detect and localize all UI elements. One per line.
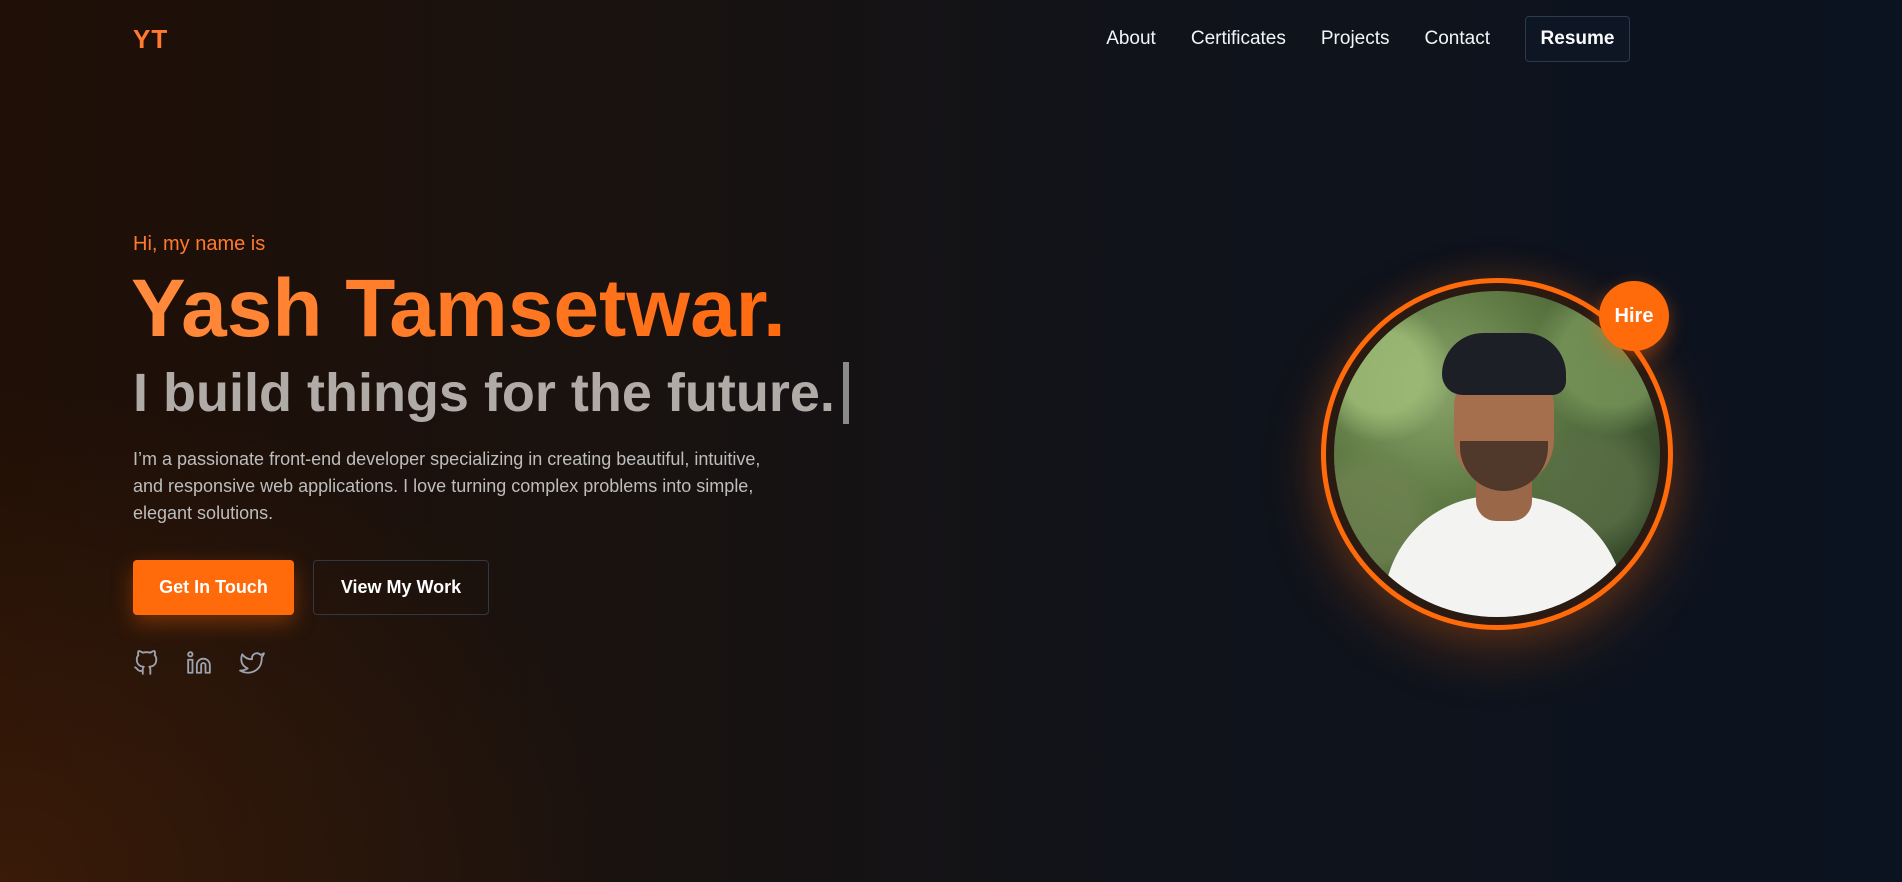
hero-name: Yash Tamsetwar. (131, 263, 786, 354)
twitter-icon[interactable] (239, 650, 265, 676)
hero-bio: I’m a passionate front-end developer spe… (133, 449, 761, 523)
nav-link-certificates[interactable]: Certificates (1191, 28, 1286, 50)
hero-buttons: Get In Touch View My Work (133, 560, 489, 615)
nav-links: About Certificates Projects Contact Resu… (1106, 16, 1630, 62)
view-my-work-button[interactable]: View My Work (313, 560, 489, 615)
nav-link-contact[interactable]: Contact (1425, 28, 1490, 50)
top-navbar: YT About Certificates Projects Contact R… (0, 0, 1902, 76)
hero-tagline-wrap: I build things for the future. (133, 362, 849, 424)
resume-button[interactable]: Resume (1525, 16, 1630, 62)
site-logo[interactable]: YT (133, 24, 168, 55)
social-links (133, 650, 265, 676)
hero-greeting: Hi, my name is (133, 233, 266, 255)
nav-link-projects[interactable]: Projects (1321, 28, 1390, 50)
typing-cursor (842, 362, 849, 424)
nav-link-about[interactable]: About (1106, 28, 1156, 50)
github-icon[interactable] (133, 650, 159, 676)
hire-badge[interactable]: Hire (1599, 281, 1669, 351)
linkedin-icon[interactable] (186, 650, 212, 676)
get-in-touch-button[interactable]: Get In Touch (133, 560, 294, 615)
hero-tagline: I build things for the future. (133, 363, 835, 423)
